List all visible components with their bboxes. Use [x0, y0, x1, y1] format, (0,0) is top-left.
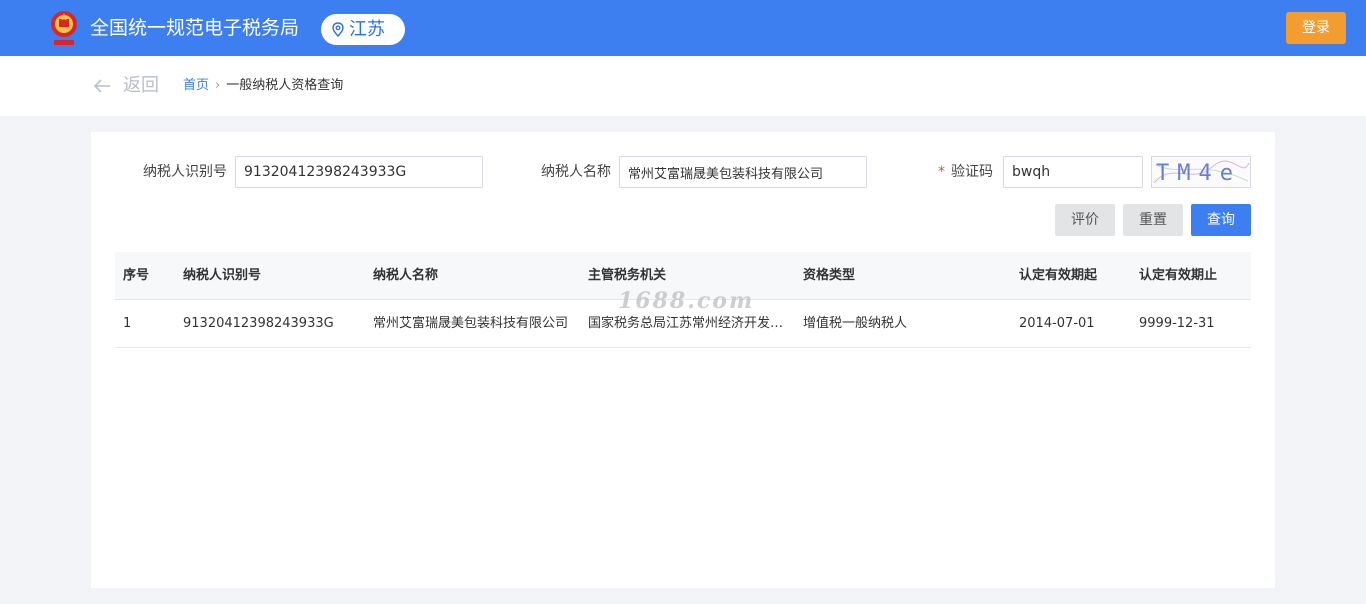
column-header: 资格类型: [803, 268, 856, 283]
site-title: 全国统一规范电子税务局: [90, 17, 300, 39]
location-pin-icon: [332, 22, 344, 37]
back-label: 返回: [123, 75, 159, 96]
reset-button[interactable]: 重置: [1123, 204, 1183, 236]
region-selector[interactable]: 江苏: [321, 14, 405, 45]
column-header: 序号: [123, 268, 150, 283]
evaluate-button[interactable]: 评价: [1055, 204, 1115, 236]
cell-index: 1: [123, 316, 132, 331]
column-header: 纳税人名称: [373, 268, 439, 283]
taxpayer-id-label: 纳税人识别号: [143, 164, 227, 180]
cell-valid-from: 2014-07-01: [1019, 316, 1095, 331]
national-emblem-icon: [51, 11, 77, 45]
region-label: 江苏: [349, 19, 385, 40]
cell-valid-to: 9999-12-31: [1139, 316, 1215, 331]
watermark: 1688.com: [618, 288, 755, 314]
captcha-label-group: * 验证码: [938, 162, 993, 182]
breadcrumb-current: 一般纳税人资格查询: [226, 78, 344, 93]
captcha-text: TM4e: [1156, 161, 1241, 186]
query-button[interactable]: 查询: [1191, 204, 1251, 236]
top-header: 全国统一规范电子税务局 江苏 登录: [0, 0, 1366, 56]
column-header: 认定有效期止: [1139, 268, 1218, 283]
taxpayer-name-label: 纳税人名称: [541, 164, 611, 180]
taxpayer-id-input[interactable]: [235, 156, 483, 188]
cell-qualification-type: 增值税一般纳税人: [803, 316, 908, 331]
captcha-image-graphic: TM4e: [1153, 160, 1250, 186]
cell-taxpayer-name: 常州艾富瑞晟美包装科技有限公司: [373, 316, 569, 331]
captcha-image[interactable]: TM4e: [1151, 156, 1251, 188]
column-header: 认定有效期起: [1019, 268, 1098, 283]
captcha-input[interactable]: [1003, 156, 1143, 188]
breadcrumb-separator: ›: [215, 78, 221, 93]
cell-taxpayer-id: 91320412398243933G: [183, 316, 334, 331]
column-header: 纳税人识别号: [183, 268, 262, 283]
login-button[interactable]: 登录: [1286, 12, 1346, 44]
breadcrumb-home-link[interactable]: 首页: [183, 78, 209, 93]
query-panel: [91, 132, 1275, 588]
breadcrumb: 首页 › 一般纳税人资格查询: [183, 77, 343, 95]
arrow-left-icon: [93, 79, 110, 93]
required-mark: *: [938, 164, 945, 180]
captcha-label: 验证码: [951, 164, 993, 180]
taxpayer-name-input[interactable]: [619, 156, 867, 188]
